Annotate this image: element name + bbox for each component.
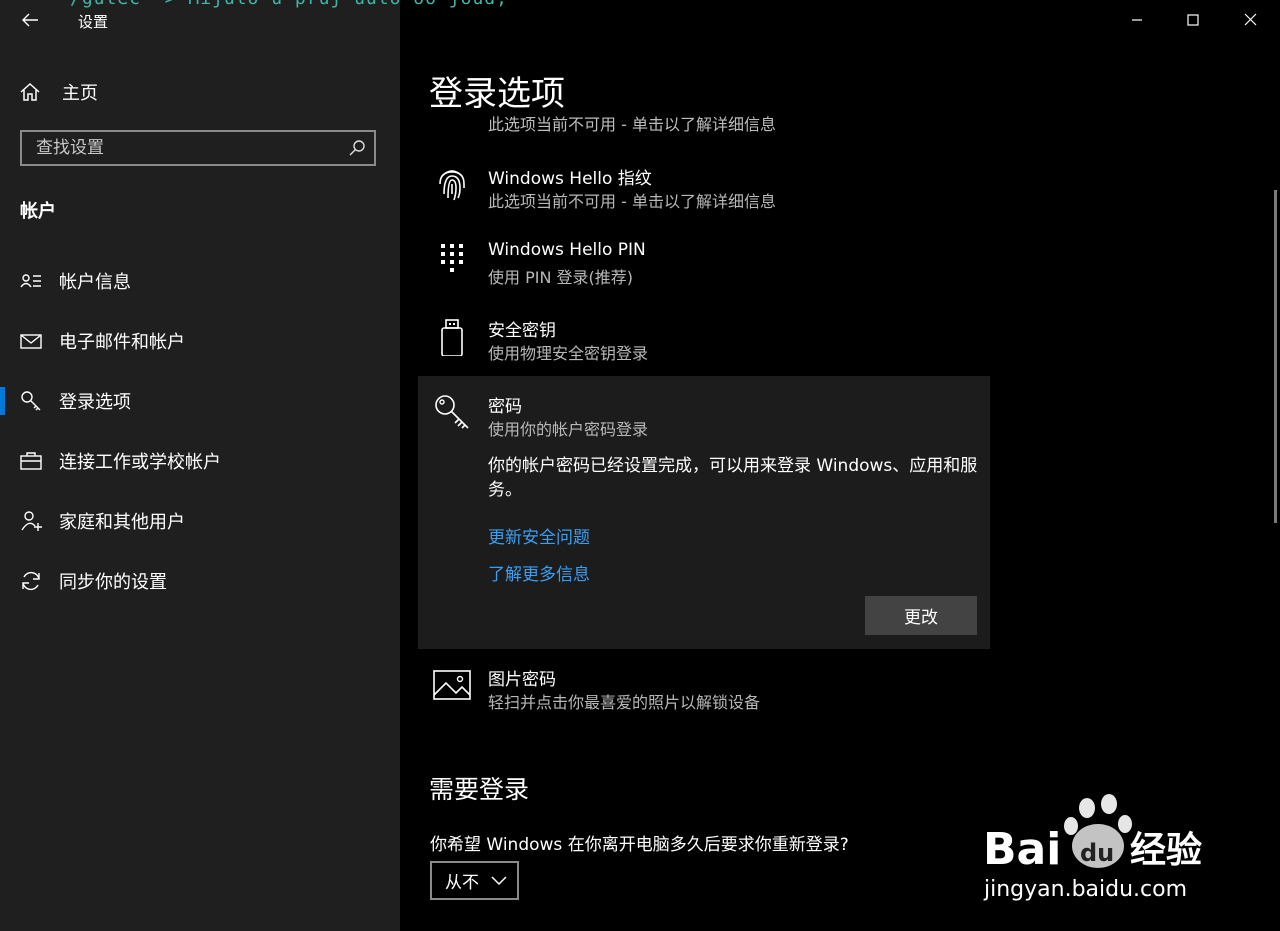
- dropdown-value: 从不: [445, 873, 479, 893]
- option-picture-password[interactable]: 图片密码 轻扫并点击你最喜爱的照片以解锁设备: [418, 661, 990, 721]
- minimize-icon: [1132, 19, 1142, 21]
- maximize-button[interactable]: [1170, 0, 1216, 40]
- search-icon: [349, 140, 365, 156]
- svg-text:du: du: [1080, 839, 1114, 867]
- option-title: Windows Hello 指纹: [488, 169, 652, 189]
- picture-icon: [433, 670, 471, 700]
- option-title: 图片密码: [488, 670, 556, 690]
- learn-more-link[interactable]: 了解更多信息: [488, 560, 590, 585]
- add-person-icon: [21, 511, 42, 531]
- pin-keypad-icon: [441, 244, 463, 272]
- option-fingerprint[interactable]: Windows Hello 指纹 此选项当前不可用 - 单击以了解详细信息: [418, 160, 990, 230]
- option-title: 安全密钥: [488, 321, 556, 341]
- minimize-button[interactable]: [1114, 0, 1160, 40]
- nav-home[interactable]: 主页: [18, 78, 98, 106]
- sidebar-item-sync[interactable]: 同步你的设置: [0, 561, 400, 601]
- briefcase-icon: [20, 452, 42, 470]
- sync-icon: [22, 571, 40, 591]
- svg-text:Bai: Bai: [983, 824, 1061, 875]
- option-subtitle: 使用物理安全密钥登录: [488, 344, 649, 363]
- sidebar-item-label: 同步你的设置: [59, 572, 167, 593]
- account-info-icon: [20, 274, 41, 288]
- cut-off-subtitle: 此选项当前不可用 - 单击以了解详细信息: [488, 115, 776, 132]
- scrollbar[interactable]: [1274, 190, 1277, 523]
- option-password-expanded[interactable]: 密码 使用你的帐户密码登录 你的帐户密码已经设置完成，可以用来登录 Window…: [418, 376, 990, 649]
- sidebar-item-label: 帐户信息: [59, 272, 131, 293]
- require-signin-heading: 需要登录: [429, 775, 530, 804]
- option-subtitle: 轻扫并点击你最喜爱的照片以解锁设备: [488, 693, 761, 712]
- close-button[interactable]: [1227, 0, 1273, 40]
- baidu-watermark: Bai du 经验 jingyan.baidu.com: [983, 794, 1213, 913]
- page-title: 登录选项: [429, 74, 565, 114]
- chevron-down-icon: [491, 876, 507, 886]
- sidebar-item-family[interactable]: 家庭和其他用户: [0, 501, 400, 541]
- svg-text:jingyan.baidu.com: jingyan.baidu.com: [983, 877, 1187, 902]
- require-signin-question: 你希望 Windows 在你离开电脑多久后要求你重新登录?: [430, 835, 849, 855]
- mail-icon: [20, 334, 42, 349]
- option-subtitle: 此选项当前不可用 - 单击以了解详细信息: [488, 192, 776, 211]
- section-heading: 帐户: [20, 201, 56, 222]
- search-box[interactable]: [20, 130, 376, 166]
- back-button[interactable]: [16, 6, 44, 34]
- sidebar-item-label: 电子邮件和帐户: [59, 332, 185, 353]
- fingerprint-icon: [439, 170, 465, 201]
- update-security-questions-link[interactable]: 更新安全问题: [488, 523, 590, 548]
- sidebar-item-signin-options[interactable]: 登录选项: [0, 381, 400, 421]
- sidebar-item-label: 家庭和其他用户: [59, 512, 185, 533]
- password-key-icon: [435, 395, 469, 429]
- key-icon: [21, 391, 41, 411]
- option-pin[interactable]: Windows Hello PIN 使用 PIN 登录(推荐): [418, 236, 990, 306]
- option-subtitle: 使用你的帐户密码登录: [488, 420, 649, 439]
- background-code-text: /gutec -> Mijuto u pruj uuto oo joud,: [70, 0, 508, 9]
- sidebar-item-label: 连接工作或学校帐户: [59, 452, 221, 473]
- nav-home-label: 主页: [62, 83, 98, 104]
- window-title: 设置: [78, 13, 109, 31]
- svg-text:经验: 经验: [1130, 830, 1202, 871]
- close-icon: [1244, 13, 1257, 26]
- sidebar-item-work-school[interactable]: 连接工作或学校帐户: [0, 441, 400, 481]
- usb-key-icon: [441, 319, 463, 356]
- search-input[interactable]: [22, 132, 360, 164]
- option-title: Windows Hello PIN: [488, 240, 646, 260]
- option-security-key[interactable]: 安全密钥 使用物理安全密钥登录: [418, 312, 990, 376]
- home-icon: [20, 82, 40, 101]
- sidebar: /gutec -> Mijuto u pruj uuto oo joud, 设置…: [0, 0, 507, 931]
- arrow-left-icon: [22, 13, 38, 27]
- baidu-paw-logo: Bai du 经验 jingyan.baidu.com: [983, 794, 1202, 902]
- password-description: 你的帐户密码已经设置完成，可以用来登录 Windows、应用和服务。: [488, 456, 978, 500]
- change-button[interactable]: 更改: [865, 596, 977, 635]
- sidebar-item-account-info[interactable]: 帐户信息: [0, 261, 400, 301]
- maximize-icon: [1187, 14, 1199, 26]
- option-subtitle: 使用 PIN 登录(推荐): [488, 268, 633, 287]
- sidebar-item-email[interactable]: 电子邮件和帐户: [0, 321, 400, 361]
- sidebar-item-label: 登录选项: [59, 392, 131, 413]
- require-signin-dropdown[interactable]: 从不: [430, 861, 519, 900]
- option-title: 密码: [488, 397, 522, 417]
